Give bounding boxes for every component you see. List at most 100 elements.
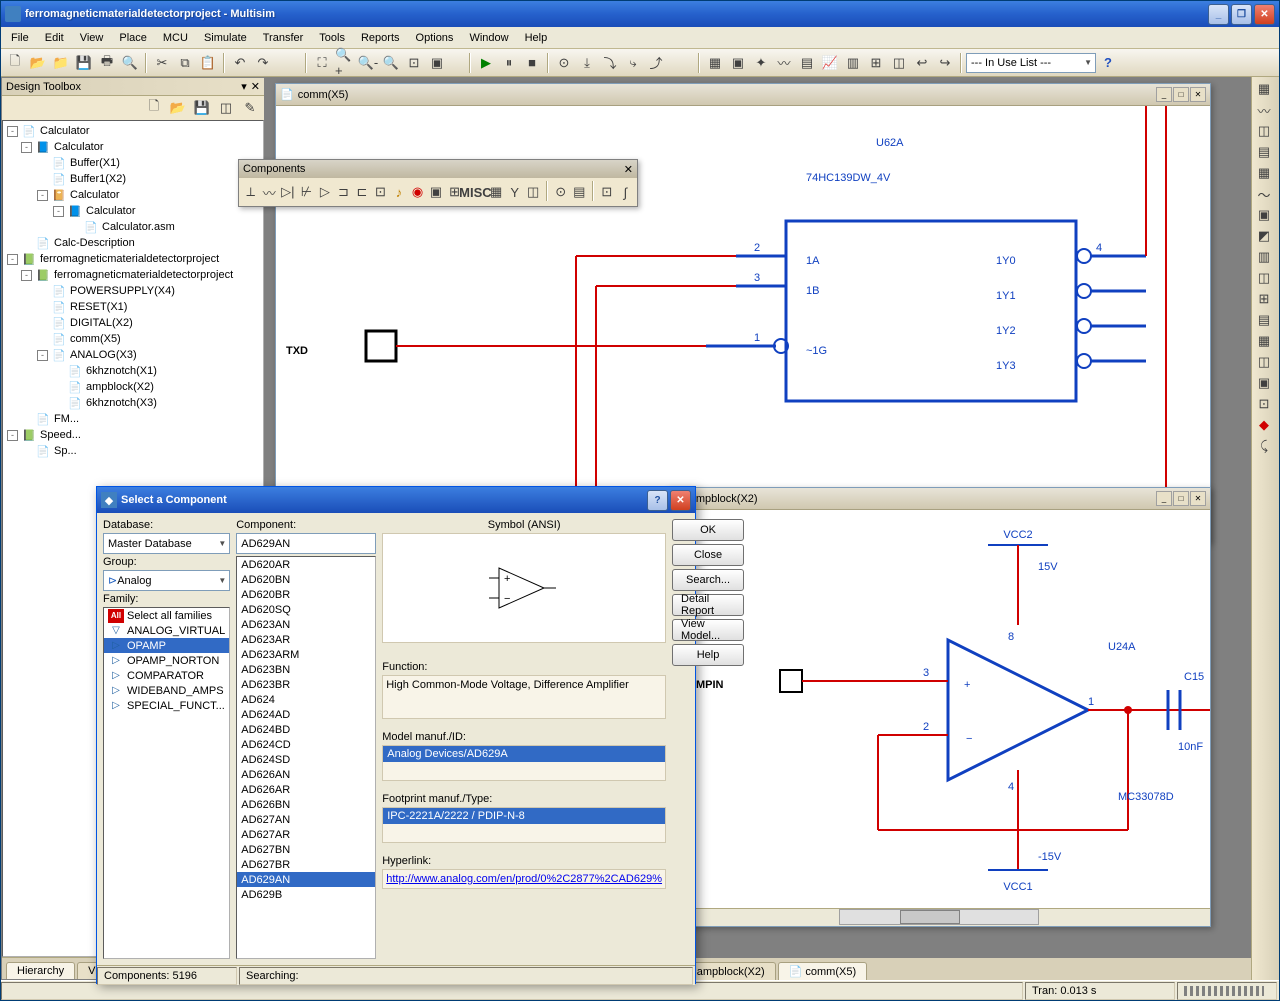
- tool-rename-icon[interactable]: ✎: [239, 97, 261, 119]
- family-item[interactable]: ▽ANALOG_VIRTUAL: [104, 623, 229, 638]
- place-bus-icon[interactable]: ∫: [617, 181, 635, 203]
- tree-node[interactable]: 📄Calculator.asm: [5, 219, 261, 235]
- place-analog-icon[interactable]: ▷: [316, 181, 334, 203]
- step-out-icon[interactable]: ⤴: [645, 52, 667, 74]
- database-combo[interactable]: Master Database: [103, 533, 230, 554]
- analysis-icon[interactable]: 〰: [773, 52, 795, 74]
- tree-node[interactable]: -📔Calculator: [5, 187, 261, 203]
- menu-reports[interactable]: Reports: [353, 30, 408, 46]
- paste-icon[interactable]: 📋: [197, 52, 219, 74]
- instr-ag-icon[interactable]: ▣: [1252, 373, 1276, 393]
- close-button[interactable]: ✕: [1254, 4, 1275, 25]
- help-button[interactable]: Help: [672, 644, 744, 666]
- component-item[interactable]: AD629B: [237, 887, 375, 902]
- place-mixed-icon[interactable]: ♪: [390, 181, 408, 203]
- detail-report-button[interactable]: Detail Report: [672, 594, 744, 616]
- panel-dropdown-icon[interactable]: ▾: [241, 80, 247, 93]
- component-input[interactable]: [236, 533, 376, 554]
- scrollbar-horizontal[interactable]: [839, 909, 1039, 925]
- family-item[interactable]: ▷OPAMP_NORTON: [104, 653, 229, 668]
- instr-da-icon[interactable]: ▤: [1252, 310, 1276, 330]
- tool-config-icon[interactable]: ◫: [215, 97, 237, 119]
- tree-node[interactable]: -📘Calculator: [5, 203, 261, 219]
- tree-node[interactable]: 📄Sp...: [5, 443, 261, 459]
- preview-icon[interactable]: 🔍: [119, 52, 141, 74]
- subwin-max-icon[interactable]: □: [1173, 87, 1189, 102]
- instr-4ch-icon[interactable]: ▦: [1252, 163, 1276, 183]
- place-advanced-icon[interactable]: MISC: [464, 181, 486, 203]
- components-toolbar-close-icon[interactable]: ✕: [624, 163, 633, 176]
- place-misc-digital-icon[interactable]: ⊡: [372, 181, 390, 203]
- component-list[interactable]: AD620ARAD620BNAD620BRAD620SQAD623ANAD623…: [236, 556, 376, 959]
- tree-node[interactable]: 📄POWERSUPPLY(X4): [5, 283, 261, 299]
- place-diode-icon[interactable]: ▷|: [279, 181, 297, 203]
- menu-window[interactable]: Window: [461, 30, 516, 46]
- component-item[interactable]: AD624AD: [237, 707, 375, 722]
- create-comp-icon[interactable]: ▣: [727, 52, 749, 74]
- menu-mcu[interactable]: MCU: [155, 30, 196, 46]
- instr-lv-icon[interactable]: ◆: [1252, 415, 1276, 435]
- family-item[interactable]: AllSelect all families: [104, 608, 229, 623]
- instr-fg-icon[interactable]: 〰: [1252, 100, 1276, 120]
- instr-wg-icon[interactable]: ◩: [1252, 226, 1276, 246]
- db-icon[interactable]: ▦: [704, 52, 726, 74]
- tree-node[interactable]: 📄FM...: [5, 411, 261, 427]
- place-ttl-icon[interactable]: ⊐: [335, 181, 353, 203]
- breadboard-icon[interactable]: ▥: [842, 52, 864, 74]
- tree-node[interactable]: 📄6khznotch(X3): [5, 395, 261, 411]
- instr-tk-icon[interactable]: ⊡: [1252, 394, 1276, 414]
- place-cmos-icon[interactable]: ⊏: [353, 181, 371, 203]
- place-rf-icon[interactable]: ▦: [487, 181, 505, 203]
- tool-new-icon[interactable]: 🗋: [143, 97, 165, 119]
- maximize-button[interactable]: ❐: [1231, 4, 1252, 25]
- place-mcu-icon[interactable]: ▤: [571, 181, 589, 203]
- component-item[interactable]: AD620BR: [237, 587, 375, 602]
- wizard-icon[interactable]: ✦: [750, 52, 772, 74]
- place-power-icon[interactable]: ▣: [427, 181, 445, 203]
- place-basic-icon[interactable]: 〰: [261, 181, 279, 203]
- open-sample-icon[interactable]: 📁: [50, 52, 72, 74]
- tree-node[interactable]: -📗ferromagneticmaterialdetectorproject: [5, 251, 261, 267]
- instr-na-icon[interactable]: ◫: [1252, 352, 1276, 372]
- place-source-icon[interactable]: ⟂: [242, 181, 260, 203]
- component-item[interactable]: AD624: [237, 692, 375, 707]
- copy-icon[interactable]: ⧉: [174, 52, 196, 74]
- instr-wm-icon[interactable]: ◫: [1252, 121, 1276, 141]
- dialog-help-icon[interactable]: ?: [647, 490, 668, 511]
- ultiboard-icon[interactable]: ◫: [888, 52, 910, 74]
- component-item[interactable]: AD624BD: [237, 722, 375, 737]
- dialog-titlebar[interactable]: ◆ Select a Component ? ✕: [97, 487, 695, 513]
- instr-mm-icon[interactable]: ▦: [1252, 79, 1276, 99]
- family-item[interactable]: ▷OPAMP: [104, 638, 229, 653]
- component-item[interactable]: AD627BN: [237, 842, 375, 857]
- subwin2-close-icon[interactable]: ✕: [1190, 491, 1206, 506]
- tree-node[interactable]: 📄Calc-Description: [5, 235, 261, 251]
- tree-node[interactable]: -📄ANALOG(X3): [5, 347, 261, 363]
- instr-fc-icon[interactable]: ▣: [1252, 205, 1276, 225]
- menu-transfer[interactable]: Transfer: [255, 30, 312, 46]
- tree-node[interactable]: -📘Calculator: [5, 139, 261, 155]
- footprint-list[interactable]: IPC-2221A/2222 / PDIP-N-8: [382, 807, 666, 843]
- open-icon[interactable]: 📂: [27, 52, 49, 74]
- search-button[interactable]: Search...: [672, 569, 744, 591]
- component-item[interactable]: AD624SD: [237, 752, 375, 767]
- postproc-icon[interactable]: ▤: [796, 52, 818, 74]
- cut-icon[interactable]: ✂: [151, 52, 173, 74]
- panel-close-icon[interactable]: ✕: [251, 80, 260, 93]
- group-combo[interactable]: ⊳ Analog: [103, 570, 230, 591]
- tab-hierarchy[interactable]: Hierarchy: [6, 962, 75, 979]
- workspace-tab-comm[interactable]: 📄 comm(X5): [778, 962, 868, 980]
- amp-schematic[interactable]: VCC2 15V 8 + − U24A AMPIN: [668, 510, 1210, 908]
- instr-probe-icon[interactable]: ⤹: [1252, 436, 1276, 456]
- family-item[interactable]: ▷COMPARATOR: [104, 668, 229, 683]
- menu-edit[interactable]: Edit: [37, 30, 72, 46]
- hyperlink-value[interactable]: http://www.analog.com/en/prod/0%2C2877%2…: [382, 869, 666, 889]
- subwin-close-icon[interactable]: ✕: [1190, 87, 1206, 102]
- run-icon[interactable]: ▶: [475, 52, 497, 74]
- place-transistor-icon[interactable]: ⊬: [298, 181, 316, 203]
- component-item[interactable]: AD624CD: [237, 737, 375, 752]
- back-annotate-icon[interactable]: ↩: [911, 52, 933, 74]
- instr-sa-icon[interactable]: ▦: [1252, 331, 1276, 351]
- help-icon[interactable]: ?: [1097, 52, 1119, 74]
- close-button[interactable]: Close: [672, 544, 744, 566]
